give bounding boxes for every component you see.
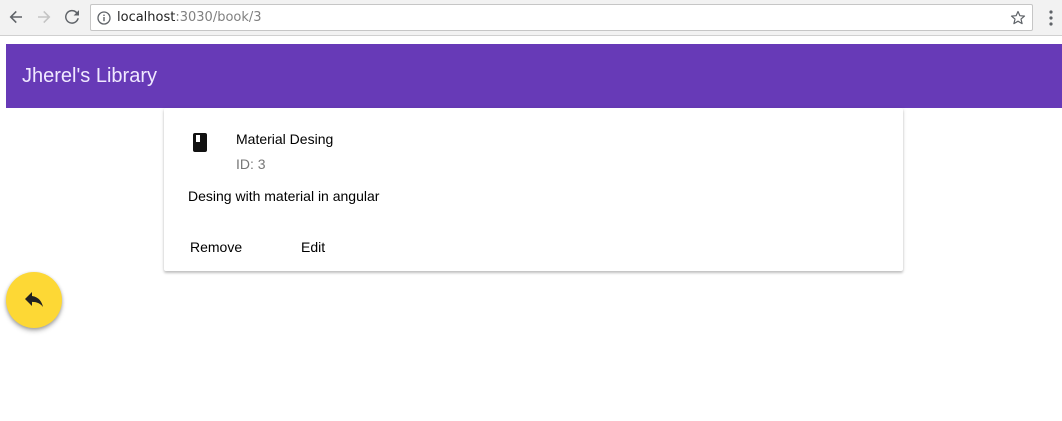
url-text: localhost:3030/book/3 (117, 10, 262, 25)
book-id: ID: 3 (236, 156, 266, 172)
url-host: localhost (117, 10, 176, 25)
address-bar[interactable]: localhost:3030/book/3 (90, 4, 1033, 31)
browser-chrome: localhost:3030/book/3 (0, 0, 1062, 36)
book-card: Material Desing ID: 3 Desing with materi… (164, 108, 903, 271)
info-icon[interactable] (97, 11, 111, 25)
app-toolbar: Jherel's Library (6, 44, 1062, 108)
book-description: Desing with material in angular (188, 188, 380, 204)
book-title: Material Desing (236, 131, 334, 147)
url-path: :3030/book/3 (175, 10, 262, 25)
edit-button[interactable]: Edit (301, 236, 325, 258)
back-fab-button[interactable] (6, 272, 62, 328)
book-icon (193, 133, 207, 152)
back-arrow-icon[interactable] (5, 6, 27, 28)
menu-dots-icon[interactable] (1046, 9, 1056, 27)
forward-arrow-icon[interactable] (33, 6, 55, 28)
reply-icon (25, 292, 43, 307)
star-icon[interactable] (1010, 10, 1026, 26)
reload-icon[interactable] (61, 6, 83, 28)
app-title: Jherel's Library (22, 65, 157, 87)
remove-button[interactable]: Remove (190, 236, 242, 258)
page-viewport: Jherel's Library Material Desing ID: 3 D… (0, 36, 1062, 421)
